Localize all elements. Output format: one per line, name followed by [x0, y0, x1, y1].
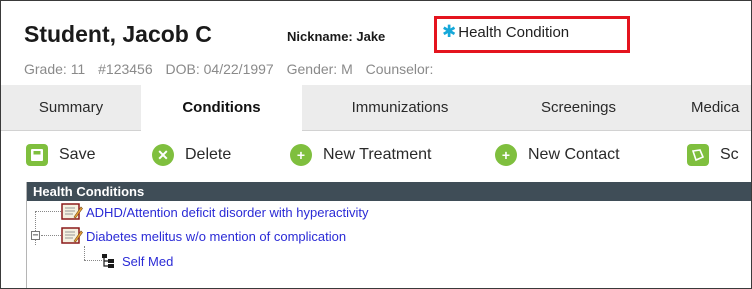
health-condition-flag[interactable]: ✱ Health Condition [442, 22, 569, 42]
plus-icon: + [495, 144, 517, 166]
treatment-label: Self Med [122, 253, 174, 269]
save-label: Save [59, 146, 96, 163]
save-icon [26, 144, 48, 166]
tree-connector [84, 246, 85, 260]
new-contact-label: New Contact [528, 146, 620, 163]
tree-connector [41, 235, 61, 236]
screening-button[interactable]: Sc [687, 143, 739, 167]
health-condition-label: Health Condition [458, 24, 570, 41]
tab-immunizations[interactable]: Immunizations [302, 85, 498, 131]
screening-label: Sc [720, 146, 739, 163]
condition-label: Diabetes melitus w/o mention of complica… [86, 228, 347, 244]
health-star-icon: ✱ [442, 22, 457, 41]
condition-label: ADHD/Attention deficit disorder with hyp… [86, 204, 369, 220]
student-id: #123456 [98, 61, 153, 77]
tree-item-treatment[interactable]: Self Med [100, 250, 173, 272]
tab-bar: Summary Conditions Immunizations Screeni… [1, 85, 751, 131]
health-conditions-title: Health Conditions [27, 182, 751, 201]
tab-screenings[interactable]: Screenings [498, 85, 659, 131]
close-icon: ✕ [152, 144, 174, 166]
tree-connector [35, 211, 61, 212]
student-nickname: Nickname: Jake [287, 29, 386, 44]
document-icon [61, 227, 83, 245]
tab-medications[interactable]: Medica [661, 85, 751, 131]
new-treatment-label: New Treatment [323, 146, 432, 163]
student-dob: DOB: 04/22/1997 [165, 61, 274, 77]
student-gender: Gender: M [286, 61, 353, 77]
treatment-hierarchy-icon [100, 253, 116, 269]
tab-summary[interactable]: Summary [1, 85, 141, 131]
health-conditions-tree: Health Conditions − ADHD/Attention defic… [26, 182, 751, 288]
student-name: Student, Jacob C [24, 21, 212, 47]
tree-item-condition[interactable]: ADHD/Attention deficit disorder with hyp… [61, 201, 369, 223]
student-header: Student, Jacob C Nickname: Jake ✱ Health … [1, 1, 751, 85]
new-treatment-button[interactable]: + New Treatment [290, 143, 431, 167]
screening-icon [687, 144, 709, 166]
action-toolbar: Save ✕ Delete + New Treatment + New Cont… [1, 131, 751, 179]
tab-conditions[interactable]: Conditions [141, 85, 302, 131]
student-counselor: Counselor: [365, 61, 434, 77]
new-contact-button[interactable]: + New Contact [495, 143, 620, 167]
app-window: Student, Jacob C Nickname: Jake ✱ Health … [0, 0, 752, 289]
tree-item-condition[interactable]: Diabetes melitus w/o mention of complica… [61, 225, 346, 247]
save-button[interactable]: Save [26, 143, 95, 167]
delete-label: Delete [185, 146, 232, 163]
document-icon [61, 203, 83, 221]
student-grade: Grade: 11 [24, 61, 86, 77]
delete-button[interactable]: ✕ Delete [152, 143, 231, 167]
plus-icon: + [290, 144, 312, 166]
tree-collapse-toggle[interactable]: − [31, 231, 40, 241]
student-demographics: Grade: 11 #123456 DOB: 04/22/1997 Gender… [24, 61, 442, 77]
